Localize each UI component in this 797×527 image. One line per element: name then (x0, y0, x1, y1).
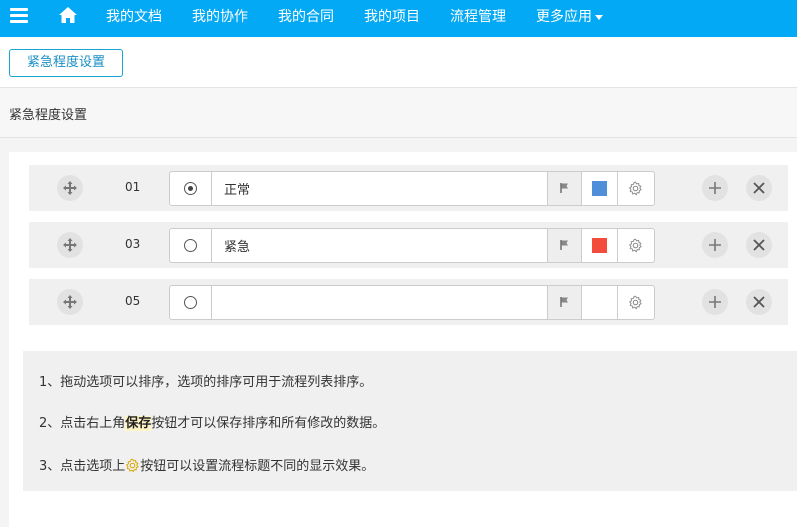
nav-process-management[interactable]: 流程管理 (450, 6, 506, 26)
page-title: 紧急程度设置 (9, 108, 88, 123)
close-icon (753, 239, 765, 251)
flag-button[interactable] (547, 286, 582, 319)
tip-line-1: 1、拖动选项可以排序，选项的排序可用于流程列表排序。 (39, 375, 373, 390)
option-number: 05 (125, 294, 141, 308)
color-swatch (592, 181, 607, 196)
close-icon (753, 182, 765, 194)
option-radio[interactable] (170, 172, 212, 205)
option-number: 03 (125, 237, 141, 251)
add-option-button[interactable] (702, 289, 728, 315)
tip-line-3-prefix: 3、点击选项上 (39, 459, 126, 474)
flag-icon (560, 240, 568, 250)
gear-icon (628, 181, 642, 196)
color-swatch (592, 238, 607, 253)
flag-icon (560, 183, 568, 193)
toolbar: 紧急程度设置 (0, 37, 797, 88)
top-navigation: 我的文档 我的协作 我的合同 我的项目 流程管理 更多应用 (0, 0, 797, 37)
nav-more-apps-label: 更多应用 (536, 9, 592, 25)
delete-option-button[interactable] (746, 175, 772, 201)
gear-icon (628, 295, 642, 310)
tip-line-3: 3、点击选项上 按钮可以设置流程标题不同的显示效果。 (39, 455, 374, 474)
gear-icon (628, 238, 642, 253)
color-picker[interactable] (582, 286, 618, 319)
home-icon[interactable] (58, 5, 78, 25)
option-text-input[interactable] (212, 229, 547, 262)
save-keyword: 保存 (125, 416, 152, 431)
nav-my-projects[interactable]: 我的项目 (364, 6, 420, 26)
drag-handle-icon[interactable] (57, 289, 83, 315)
option-text-input[interactable] (212, 286, 547, 319)
radio-unchecked-icon (184, 296, 197, 309)
close-icon (753, 296, 765, 308)
flag-icon (560, 297, 568, 307)
radio-checked-icon (184, 182, 197, 195)
option-input-group (169, 171, 655, 206)
tip-line-2-prefix: 2、点击右上角 (39, 416, 126, 431)
gear-icon (126, 458, 140, 473)
tip-line-2: 2、点击右上角保存按钮才可以保存排序和所有修改的数据。 (39, 412, 385, 431)
nav-my-documents[interactable]: 我的文档 (106, 6, 162, 26)
delete-option-button[interactable] (746, 289, 772, 315)
color-picker[interactable] (582, 229, 618, 262)
caret-down-icon (595, 14, 603, 20)
option-row: 05 (29, 279, 788, 325)
add-option-button[interactable] (702, 175, 728, 201)
page-header: 紧急程度设置 (0, 88, 797, 138)
plus-icon (709, 296, 721, 308)
urgency-settings-button[interactable]: 紧急程度设置 (9, 49, 123, 77)
drag-handle-icon[interactable] (57, 232, 83, 258)
option-row: 03 (29, 222, 788, 268)
nav-my-contracts[interactable]: 我的合同 (278, 6, 334, 26)
delete-option-button[interactable] (746, 232, 772, 258)
nav-my-collaboration[interactable]: 我的协作 (192, 6, 248, 26)
add-option-button[interactable] (702, 232, 728, 258)
settings-button[interactable] (618, 229, 654, 262)
option-radio[interactable] (170, 286, 212, 319)
option-row: 01 (29, 165, 788, 211)
drag-handle-icon[interactable] (57, 175, 83, 201)
option-number: 01 (125, 180, 141, 194)
radio-unchecked-icon (184, 239, 197, 252)
flag-button[interactable] (547, 229, 582, 262)
tip-line-3-suffix: 按钮可以设置流程标题不同的显示效果。 (140, 459, 375, 474)
flag-button[interactable] (547, 172, 582, 205)
option-radio[interactable] (170, 229, 212, 262)
plus-icon (709, 182, 721, 194)
option-input-group (169, 228, 655, 263)
option-text-input[interactable] (212, 172, 547, 205)
settings-button[interactable] (618, 286, 654, 319)
color-swatch (592, 295, 607, 310)
nav-more-apps[interactable]: 更多应用 (536, 6, 603, 26)
tip-line-2-suffix: 按钮才可以保存排序和所有修改的数据。 (151, 416, 386, 431)
hamburger-icon[interactable] (10, 8, 28, 24)
color-picker[interactable] (582, 172, 618, 205)
plus-icon (709, 239, 721, 251)
tips-box: 1、拖动选项可以排序，选项的排序可用于流程列表排序。 2、点击右上角保存按钮才可… (23, 351, 797, 491)
settings-button[interactable] (618, 172, 654, 205)
option-input-group (169, 285, 655, 320)
